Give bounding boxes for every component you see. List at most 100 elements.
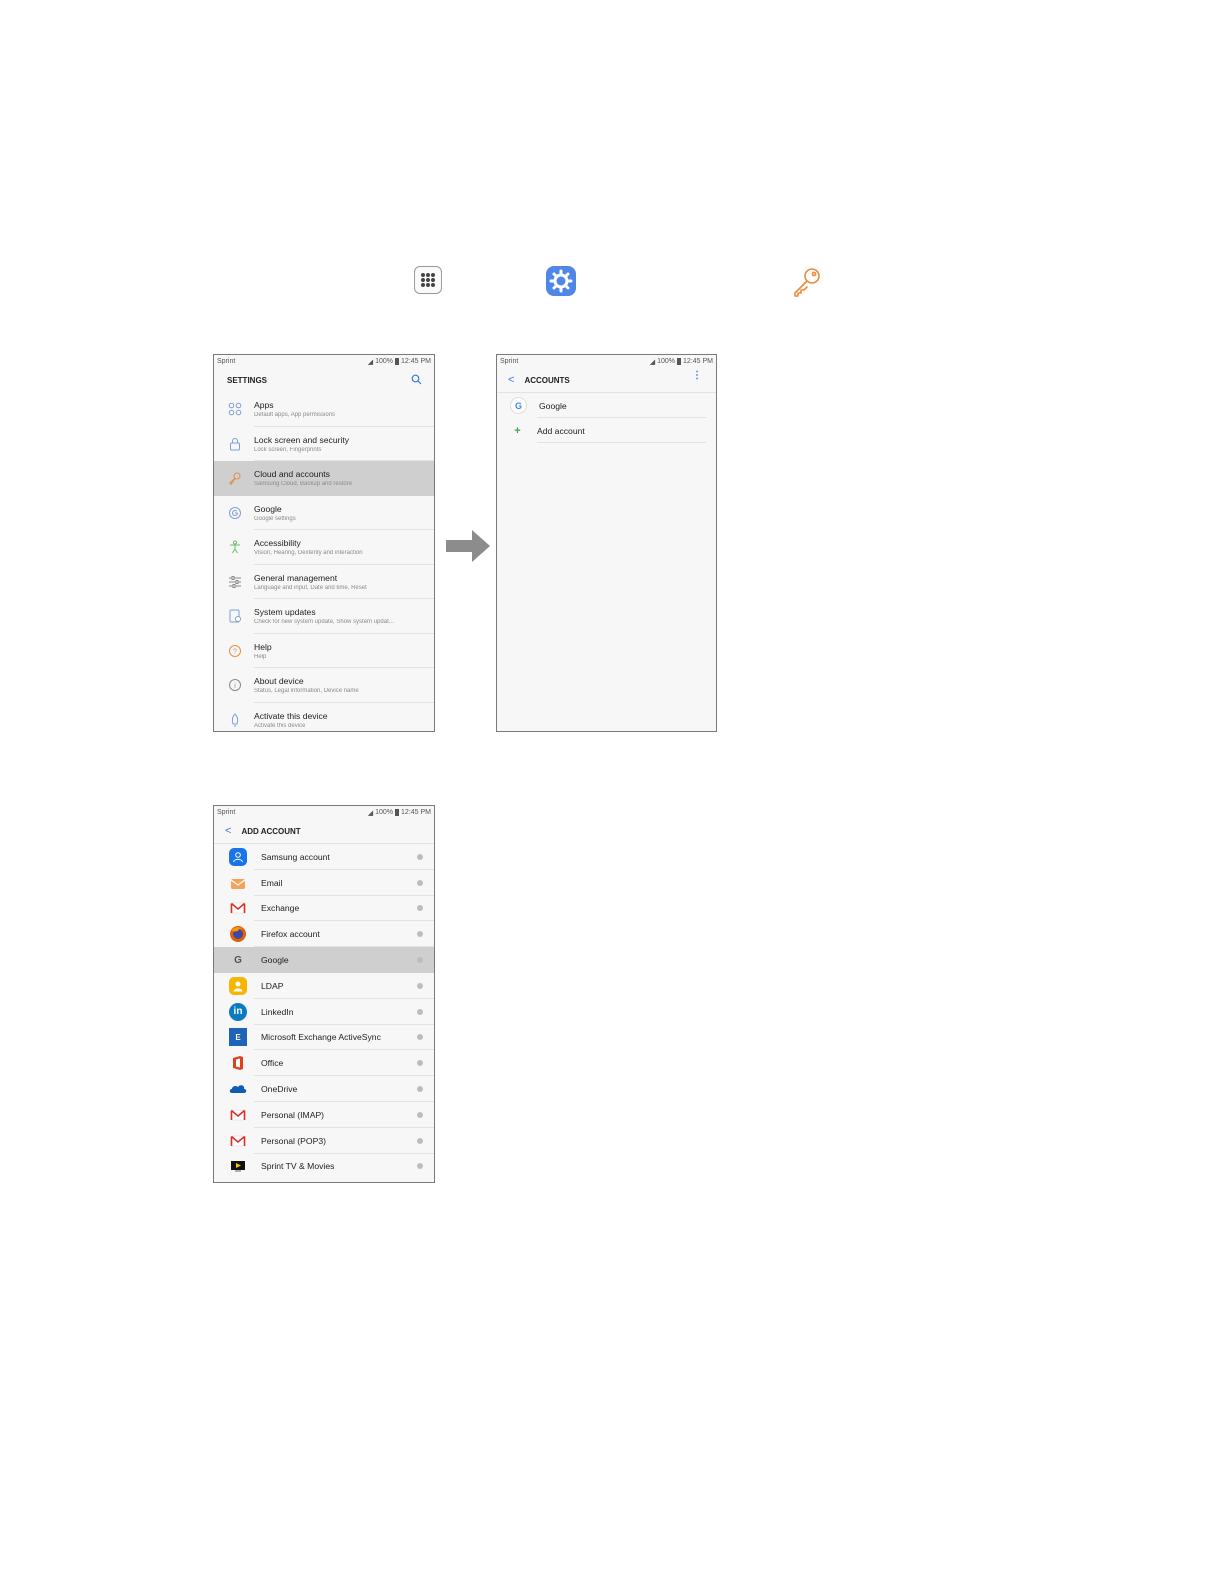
status-dot [417,1111,423,1118]
status-dot [417,1137,423,1144]
settings-item-accessibility[interactable]: Accessibility Vision, Hearing, Dexterity … [214,530,434,565]
ldap-icon [229,976,247,995]
activate-icon [226,711,244,729]
settings-item-apps[interactable]: Apps Default apps, App permissions [214,392,434,427]
settings-item-sub: Vision, Hearing, Dexterity and interacti… [254,550,363,557]
status-dot [417,905,423,912]
more-options-icon[interactable]: ⋮ [692,371,702,381]
key-icon [790,266,824,298]
settings-item-label: Google [254,503,282,514]
settings-item-sub: Activate this device [254,722,306,729]
account-type-personal-pop3[interactable]: Personal (POP3) [214,1128,434,1154]
account-type-samsung[interactable]: Samsung account [214,844,434,870]
account-type-label: Google [261,955,289,966]
status-bar: Sprint ◢ 100% 12:45 PM [214,806,434,819]
carrier-label: Sprint [217,809,236,816]
battery-icon [677,358,682,365]
account-type-ldap[interactable]: LDAP [214,973,434,999]
signal-icon: ◢ [649,358,656,366]
svg-text:?: ? [233,648,237,655]
settings-item-about-device[interactable]: i About device Status, Legal information,… [214,668,434,703]
status-dot [417,982,423,989]
status-dot [417,879,423,886]
account-type-linkedin[interactable]: in LinkedIn [214,999,434,1025]
account-type-label: Samsung account [261,851,330,862]
settings-item-label: Apps [254,400,274,411]
account-type-label: Firefox account [261,929,320,940]
status-dot [417,1034,423,1041]
lock-icon [226,435,244,453]
settings-item-sub: Default apps, App permissions [254,412,336,419]
account-type-onedrive[interactable]: OneDrive [214,1076,434,1102]
settings-item-sub: Language and input, Date and time, Reset [254,584,367,591]
svg-text:i: i [234,683,236,690]
account-type-label: OneDrive [261,1084,298,1095]
settings-item-label: System updates [254,607,316,618]
page-title: SETTINGS [227,375,268,385]
email-icon [229,874,247,892]
account-type-label: Office [261,1058,284,1069]
google-logo-icon: G [510,397,527,414]
status-dot [417,957,423,964]
settings-item-general-management[interactable]: General management Language and input, Da… [214,565,434,599]
account-type-label: Sprint TV & Movies [261,1161,335,1172]
settings-item-system-updates[interactable]: System updates Check for new system updat… [214,599,434,634]
account-type-firefox[interactable]: Firefox account [214,921,434,948]
settings-item-google[interactable]: Google Google settings [214,496,434,530]
settings-item-label: General management [254,572,338,583]
account-type-exchange[interactable]: Exchange [214,896,434,922]
signal-icon: ◢ [367,358,374,366]
apps-icon [414,266,442,294]
settings-item-label: About device [254,676,304,687]
back-icon[interactable]: < [508,374,514,386]
settings-item-cloud-accounts[interactable]: Cloud and accounts Samsung Cloud, Backup … [214,461,434,496]
settings-item-label: Activate this device [254,710,328,721]
carrier-label: Sprint [217,358,236,365]
time-label: 12:45 PM [683,358,713,365]
account-type-personal-imap[interactable]: Personal (IMAP) [214,1102,434,1128]
settings-item-sub: Samsung Cloud, Backup and restore [254,481,353,488]
add-icon: + [514,424,521,437]
search-icon[interactable] [411,374,422,387]
accounts-screen: Sprint ◢ 100% 12:45 PM < ACCOUNTS ⋮ G Go… [496,354,717,732]
account-type-activesync[interactable]: E Microsoft Exchange ActiveSync [214,1025,434,1051]
account-type-google[interactable]: G Google [214,947,434,973]
google-logo-icon: G [234,954,242,966]
back-icon[interactable]: < [225,825,231,837]
carrier-label: Sprint [500,358,519,365]
account-item-google[interactable]: G Google [497,393,716,418]
account-type-sprint-tv[interactable]: Sprint TV & Movies [214,1154,434,1180]
settings-item-sub: Check for new system update, Show system… [254,619,394,626]
exchange-activesync-icon: E [229,1028,247,1047]
help-icon: ? [226,642,244,660]
samsung-account-icon [229,847,247,866]
settings-item-label: Cloud and accounts [254,469,330,480]
settings-item-sub: Status, Legal information, Device name [254,688,359,695]
info-icon: i [226,676,244,694]
accessibility-icon [226,538,244,556]
settings-item-lock-screen[interactable]: Lock screen and security Lock screen, Fin… [214,427,434,461]
signal-icon: ◢ [367,809,374,817]
battery-label: 100% [657,358,676,365]
settings-item-activate-device[interactable]: Activate this device Activate this device [214,703,434,732]
battery-icon [395,809,400,816]
battery-label: 100% [375,358,394,365]
account-type-email[interactable]: Email [214,870,434,896]
sprint-tv-icon [229,1157,247,1175]
settings-header: SETTINGS [214,368,434,392]
status-dot [417,1060,423,1067]
battery-icon [395,358,400,365]
settings-item-help[interactable]: ? Help Help [214,634,434,668]
add-account-item[interactable]: + Add account [497,418,716,443]
gmail-icon [229,1106,247,1124]
status-dot [417,1008,423,1015]
settings-item-sub: Lock screen, Fingerprints [254,446,322,453]
settings-screen: Sprint ◢ 100% 12:45 PM SETTINGS Apps Defa… [213,354,435,732]
account-type-office[interactable]: Office [214,1050,434,1077]
gmail-icon [229,1132,247,1150]
settings-item-label: Help [254,641,272,652]
account-type-label: LinkedIn [261,1006,294,1017]
account-type-label: Personal (IMAP) [261,1109,325,1120]
gmail-icon [229,899,247,917]
account-item-label: Add account [537,425,585,436]
